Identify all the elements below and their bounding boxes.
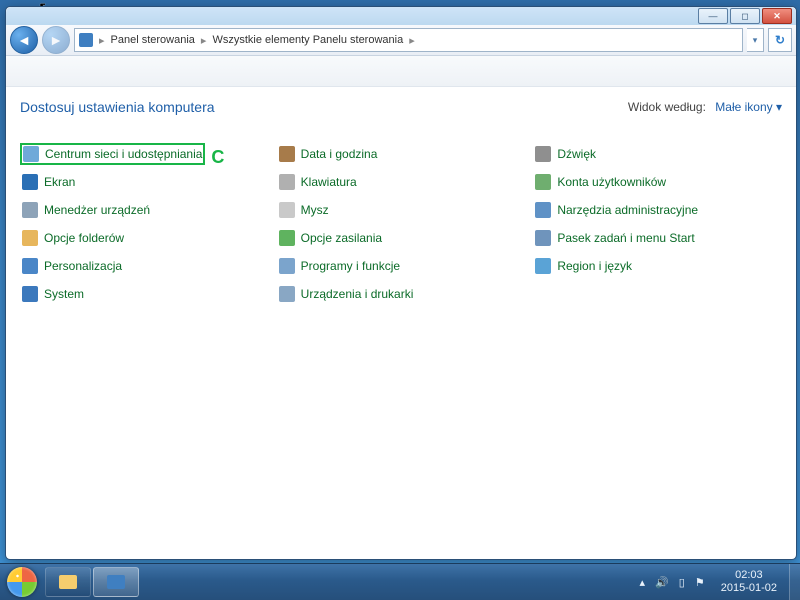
page-title: Dostosuj ustawienia komputera bbox=[20, 99, 215, 115]
taskbar-explorer[interactable] bbox=[45, 567, 91, 597]
item-label: System bbox=[44, 287, 84, 301]
item-label: Dźwięk bbox=[557, 147, 596, 161]
item-label: Narzędzia administracyjne bbox=[557, 203, 698, 217]
item-ekran[interactable]: Ekran bbox=[20, 171, 269, 193]
control-panel-window: — ◻ ✕ ◄ ► ▸ Panel sterowania ▸ Wszystkie… bbox=[5, 6, 797, 560]
tray-up-icon[interactable]: ▴ bbox=[640, 576, 646, 589]
control-panel-icon bbox=[79, 33, 93, 47]
item-label: Opcje zasilania bbox=[301, 231, 382, 245]
item-personalizacja[interactable]: Personalizacja bbox=[20, 255, 269, 277]
item-label: Mysz bbox=[301, 203, 329, 217]
breadcrumb-current[interactable]: Wszystkie elementy Panelu sterowania bbox=[212, 34, 403, 46]
programs-features-icon bbox=[279, 258, 295, 274]
items-column-3: Dźwięk Konta użytkowników Narzędzia admi… bbox=[533, 143, 782, 311]
item-mysz[interactable]: Mysz bbox=[277, 199, 526, 221]
item-label: Centrum sieci i udostępniania bbox=[45, 147, 202, 161]
item-system[interactable]: System bbox=[20, 283, 269, 305]
breadcrumb-separator: ▸ bbox=[99, 34, 105, 47]
volume-icon[interactable]: 🔊 bbox=[655, 576, 669, 589]
window-titlebar[interactable]: — ◻ ✕ bbox=[6, 7, 796, 25]
tray-clock[interactable]: 02:03 2015-01-02 bbox=[715, 569, 783, 594]
item-label: Opcje folderów bbox=[44, 231, 124, 245]
item-narzedzia-admin[interactable]: Narzędzia administracyjne bbox=[533, 199, 782, 221]
view-by-label: Widok według: bbox=[628, 100, 706, 114]
device-manager-icon bbox=[22, 202, 38, 218]
taskbar[interactable]: ▴ 🔊 ▯ ⚑ 02:03 2015-01-02 bbox=[0, 563, 800, 600]
action-center-icon[interactable]: ⚑ bbox=[695, 576, 705, 589]
item-label: Region i język bbox=[557, 259, 632, 273]
breadcrumb-root[interactable]: Panel sterowania bbox=[111, 34, 195, 46]
content-area: Dostosuj ustawienia komputera Widok wedł… bbox=[6, 87, 796, 311]
item-label: Ekran bbox=[44, 175, 75, 189]
nav-toolbar: ◄ ► ▸ Panel sterowania ▸ Wszystkie eleme… bbox=[6, 25, 796, 56]
items-column-2: Data i godzina Klawiatura Mysz Opcje zas… bbox=[277, 143, 526, 311]
maximize-button[interactable]: ◻ bbox=[730, 8, 760, 24]
item-label: Menedżer urządzeń bbox=[44, 203, 150, 217]
view-by-selector[interactable]: Małe ikony ▾ bbox=[715, 100, 782, 114]
folder-icon bbox=[59, 575, 77, 589]
tray-date: 2015-01-02 bbox=[721, 582, 777, 595]
admin-tools-icon bbox=[535, 202, 551, 218]
mouse-icon bbox=[279, 202, 295, 218]
windows-orb-icon bbox=[7, 567, 37, 597]
item-urzadzenia-drukarki[interactable]: Urządzenia i drukarki bbox=[277, 283, 526, 305]
network-tray-icon[interactable]: ▯ bbox=[679, 576, 685, 589]
start-button[interactable] bbox=[0, 564, 44, 600]
item-label: Konta użytkowników bbox=[557, 175, 666, 189]
taskbar-startmenu-icon bbox=[535, 230, 551, 246]
item-programy-funkcje[interactable]: Programy i funkcje bbox=[277, 255, 526, 277]
region-language-icon bbox=[535, 258, 551, 274]
item-label: Klawiatura bbox=[301, 175, 357, 189]
item-label: Programy i funkcje bbox=[301, 259, 400, 273]
date-time-icon bbox=[279, 146, 295, 162]
item-centrum-sieci[interactable]: Centrum sieci i udostępniania bbox=[20, 143, 205, 165]
back-button[interactable]: ◄ bbox=[10, 26, 38, 54]
address-bar[interactable]: ▸ Panel sterowania ▸ Wszystkie elementy … bbox=[74, 28, 743, 52]
item-konta-uzytkownikow[interactable]: Konta użytkowników bbox=[533, 171, 782, 193]
item-klawiatura[interactable]: Klawiatura bbox=[277, 171, 526, 193]
system-icon bbox=[22, 286, 38, 302]
item-opcje-folderow[interactable]: Opcje folderów bbox=[20, 227, 269, 249]
item-label: Urządzenia i drukarki bbox=[301, 287, 414, 301]
personalization-icon bbox=[22, 258, 38, 274]
network-sharing-icon bbox=[23, 146, 39, 162]
item-label: Pasek zadań i menu Start bbox=[557, 231, 694, 245]
system-tray[interactable]: ▴ 🔊 ▯ ⚑ 02:03 2015-01-02 bbox=[634, 569, 789, 594]
items-column-1: Centrum sieci i udostępniania C Ekran Me… bbox=[20, 143, 269, 311]
close-button[interactable]: ✕ bbox=[762, 8, 792, 24]
item-label: Personalizacja bbox=[44, 259, 122, 273]
user-accounts-icon bbox=[535, 174, 551, 190]
item-menedzer-urzadzen[interactable]: Menedżer urządzeń bbox=[20, 199, 269, 221]
devices-printers-icon bbox=[279, 286, 295, 302]
item-dzwiek[interactable]: Dźwięk bbox=[533, 143, 782, 165]
item-opcje-zasilania[interactable]: Opcje zasilania bbox=[277, 227, 526, 249]
folder-options-icon bbox=[22, 230, 38, 246]
item-data-godzina[interactable]: Data i godzina bbox=[277, 143, 526, 165]
control-panel-taskbar-icon bbox=[107, 575, 125, 589]
keyboard-icon bbox=[279, 174, 295, 190]
breadcrumb-separator: ▸ bbox=[409, 34, 415, 47]
annotation-letter: C bbox=[211, 147, 224, 168]
address-dropdown[interactable]: ▾ bbox=[747, 28, 764, 52]
minimize-button[interactable]: — bbox=[698, 8, 728, 24]
tray-time: 02:03 bbox=[721, 569, 777, 582]
item-pasek-zadan[interactable]: Pasek zadań i menu Start bbox=[533, 227, 782, 249]
power-options-icon bbox=[279, 230, 295, 246]
sound-icon bbox=[535, 146, 551, 162]
refresh-button[interactable]: ↻ bbox=[768, 28, 792, 52]
breadcrumb-separator: ▸ bbox=[201, 34, 207, 47]
item-region-jezyk[interactable]: Region i język bbox=[533, 255, 782, 277]
forward-button[interactable]: ► bbox=[42, 26, 70, 54]
taskbar-control-panel[interactable] bbox=[93, 567, 139, 597]
display-icon bbox=[22, 174, 38, 190]
command-toolbar bbox=[6, 56, 796, 87]
show-desktop-button[interactable] bbox=[789, 564, 800, 600]
item-label: Data i godzina bbox=[301, 147, 378, 161]
